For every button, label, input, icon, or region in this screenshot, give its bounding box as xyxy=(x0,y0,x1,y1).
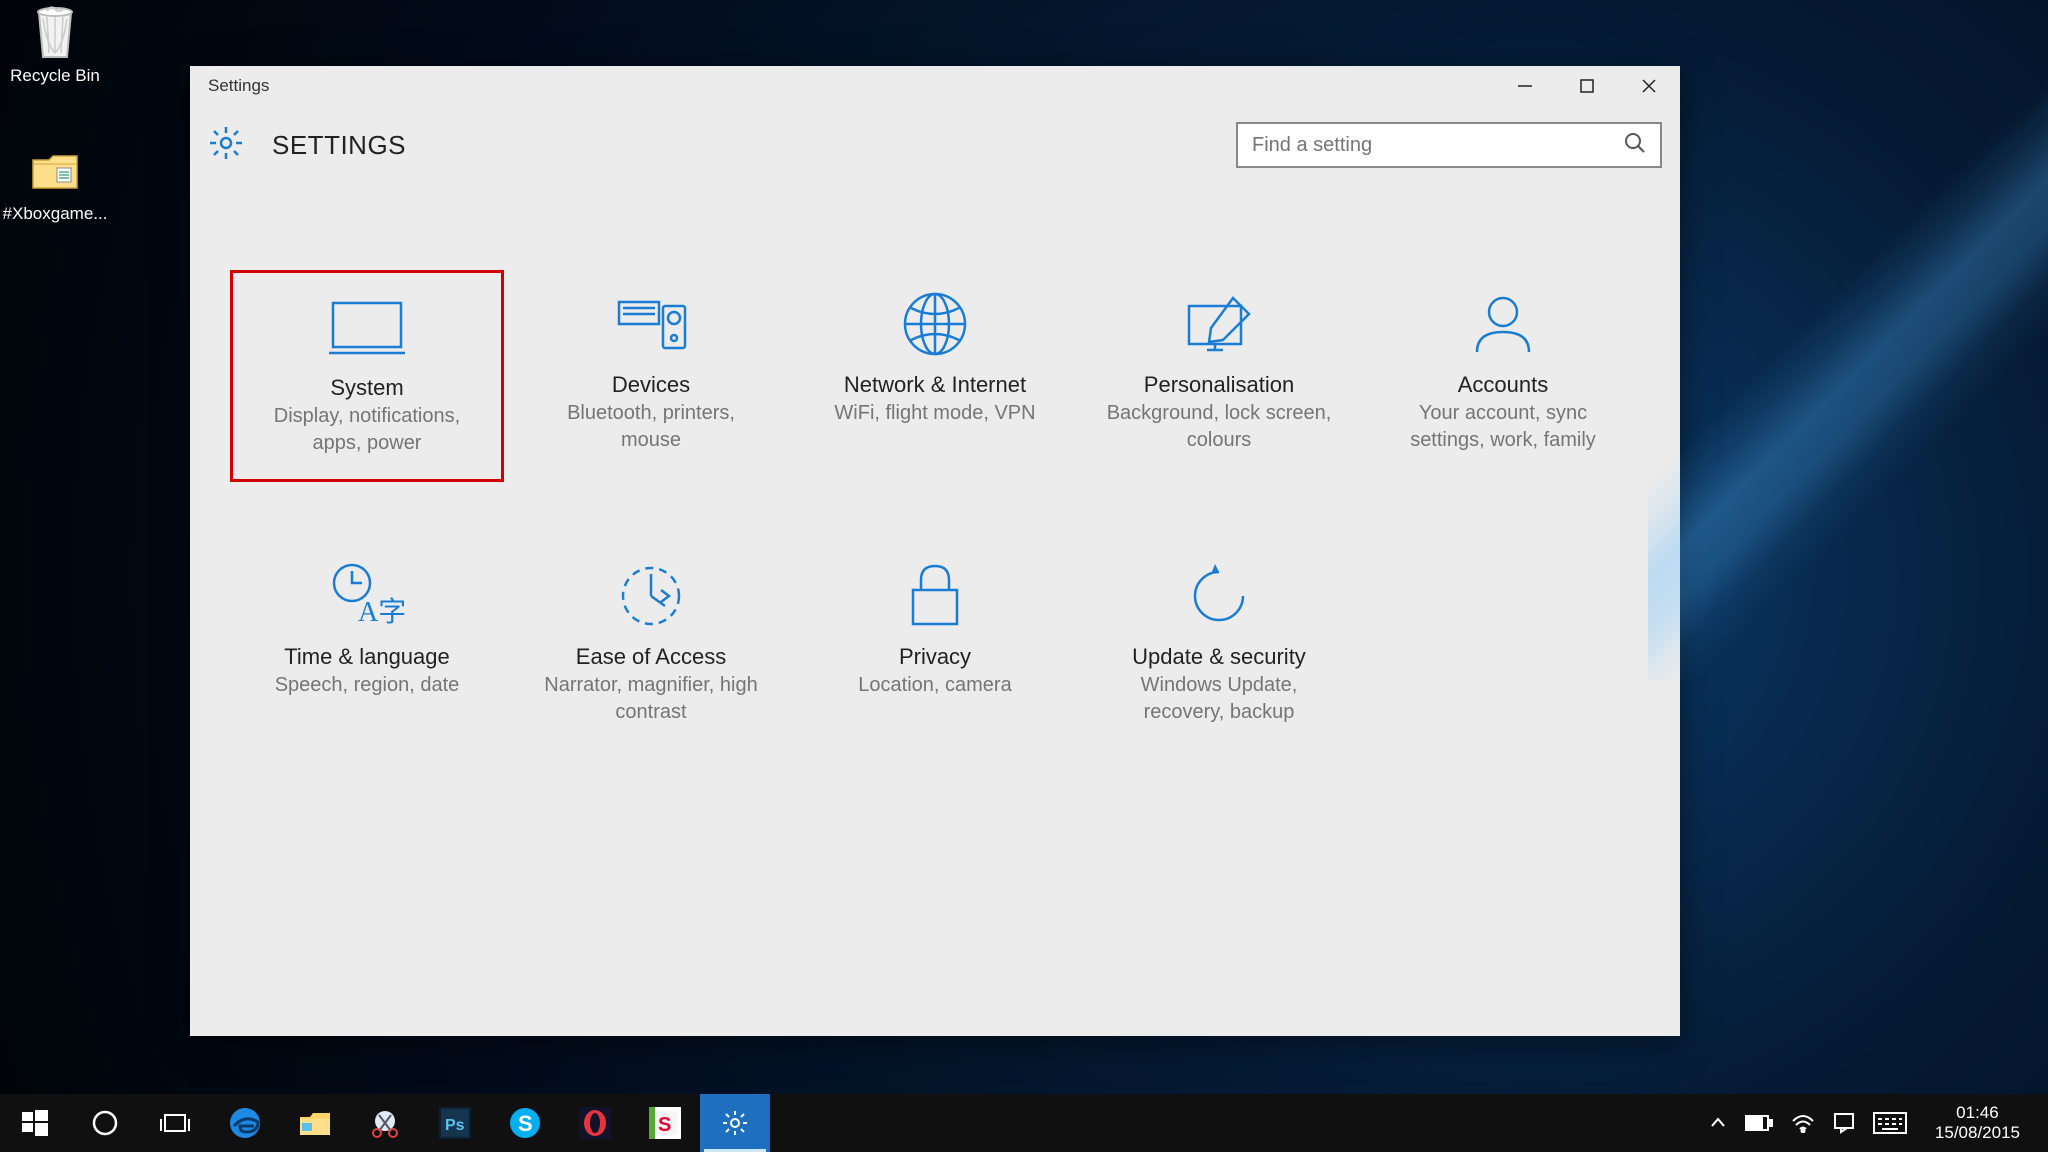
tile-accounts[interactable]: Accounts Your account, sync settings, wo… xyxy=(1366,270,1640,482)
system-tray: 01:46 15/08/2015 xyxy=(1691,1094,2048,1152)
tile-title: Time & language xyxy=(284,644,450,670)
tile-title: Ease of Access xyxy=(576,644,726,670)
tile-description: Narrator, magnifier, high contrast xyxy=(536,672,766,726)
tile-title: Update & security xyxy=(1132,644,1306,670)
battery-icon[interactable] xyxy=(1745,1115,1773,1131)
tile-devices[interactable]: Devices Bluetooth, printers, mouse xyxy=(514,270,788,482)
search-icon xyxy=(1624,132,1646,159)
tile-privacy[interactable]: Privacy Location, camera xyxy=(798,542,1072,748)
titlebar[interactable]: Settings xyxy=(190,66,1680,106)
tile-description: Background, lock screen, colours xyxy=(1104,400,1334,454)
tile-description: Windows Update, recovery, backup xyxy=(1104,672,1334,726)
tile-time-language[interactable]: A字 Time & language Speech, region, date xyxy=(230,542,504,748)
time-language-icon: A字 xyxy=(328,558,406,634)
photoshop-app[interactable]: Ps xyxy=(420,1094,490,1152)
tile-personalisation[interactable]: Personalisation Background, lock screen,… xyxy=(1082,270,1356,482)
settings-app[interactable] xyxy=(700,1094,770,1152)
tile-description: Speech, region, date xyxy=(275,672,460,699)
tile-network[interactable]: Network & Internet WiFi, flight mode, VP… xyxy=(798,270,1072,482)
clock-time: 01:46 xyxy=(1935,1103,2020,1123)
tile-title: Privacy xyxy=(899,644,971,670)
tile-ease-of-access[interactable]: Ease of Access Narrator, magnifier, high… xyxy=(514,542,788,748)
edge-app[interactable] xyxy=(210,1094,280,1152)
cortana-button[interactable] xyxy=(70,1094,140,1152)
ease-of-access-icon xyxy=(615,558,687,634)
task-view-button[interactable] xyxy=(140,1094,210,1152)
tile-title: Personalisation xyxy=(1144,372,1294,398)
personalisation-icon xyxy=(1179,286,1259,362)
search-box[interactable] xyxy=(1236,122,1662,168)
desktop: Recycle Bin #Xboxgame... Settings xyxy=(0,0,2048,1152)
taskbar-clock[interactable]: 01:46 15/08/2015 xyxy=(1925,1103,2030,1144)
maximize-button[interactable] xyxy=(1556,66,1618,106)
tile-title: Accounts xyxy=(1458,372,1549,398)
search-input[interactable] xyxy=(1252,134,1624,157)
tile-title: Network & Internet xyxy=(844,372,1026,398)
page-title: SETTINGS xyxy=(272,130,406,161)
tray-overflow-button[interactable] xyxy=(1709,1114,1727,1132)
opera-app[interactable] xyxy=(560,1094,630,1152)
recycle-bin-icon xyxy=(25,2,85,62)
gear-icon xyxy=(208,125,244,166)
close-button[interactable] xyxy=(1618,66,1680,106)
start-button[interactable] xyxy=(0,1094,70,1152)
tile-description: Location, camera xyxy=(858,672,1011,699)
update-icon xyxy=(1183,558,1255,634)
tile-system[interactable]: System Display, notifications, apps, pow… xyxy=(230,270,504,482)
clock-date: 15/08/2015 xyxy=(1935,1123,2020,1143)
tile-title: Devices xyxy=(612,372,690,398)
store-app[interactable]: S xyxy=(630,1094,700,1152)
devices-icon xyxy=(611,286,691,362)
desktop-icon-xbox-folder[interactable]: #Xboxgame... xyxy=(0,140,110,224)
tile-update-security[interactable]: Update & security Windows Update, recove… xyxy=(1082,542,1356,748)
window-title: Settings xyxy=(208,76,1494,96)
settings-tiles: System Display, notifications, apps, pow… xyxy=(190,180,1680,748)
minimize-button[interactable] xyxy=(1494,66,1556,106)
action-center-icon[interactable] xyxy=(1833,1112,1855,1134)
settings-window: Settings SETTINGS xyxy=(190,66,1680,1036)
taskbar: Ps S S xyxy=(0,1094,2048,1152)
svg-text:S: S xyxy=(658,1114,671,1136)
file-explorer-app[interactable] xyxy=(280,1094,350,1152)
desktop-icon-recycle-bin[interactable]: Recycle Bin xyxy=(0,2,110,86)
accounts-icon xyxy=(1467,286,1539,362)
tile-description: WiFi, flight mode, VPN xyxy=(834,400,1035,427)
desktop-icon-label: #Xboxgame... xyxy=(3,204,108,224)
svg-text:A字: A字 xyxy=(358,596,406,628)
desktop-icon-label: Recycle Bin xyxy=(10,66,100,86)
display-icon xyxy=(327,289,407,365)
folder-icon xyxy=(25,140,85,200)
tile-description: Your account, sync settings, work, famil… xyxy=(1388,400,1618,454)
settings-header: SETTINGS xyxy=(190,106,1680,180)
lock-icon xyxy=(903,558,967,634)
tile-description: Display, notifications, apps, power xyxy=(252,403,482,457)
svg-text:S: S xyxy=(518,1111,533,1136)
svg-text:Ps: Ps xyxy=(445,1117,465,1134)
wifi-icon[interactable] xyxy=(1791,1113,1815,1133)
keyboard-icon[interactable] xyxy=(1873,1112,1907,1134)
skype-app[interactable]: S xyxy=(490,1094,560,1152)
snipping-tool-app[interactable] xyxy=(350,1094,420,1152)
tile-description: Bluetooth, printers, mouse xyxy=(536,400,766,454)
globe-icon xyxy=(899,286,971,362)
tile-title: System xyxy=(330,375,403,401)
